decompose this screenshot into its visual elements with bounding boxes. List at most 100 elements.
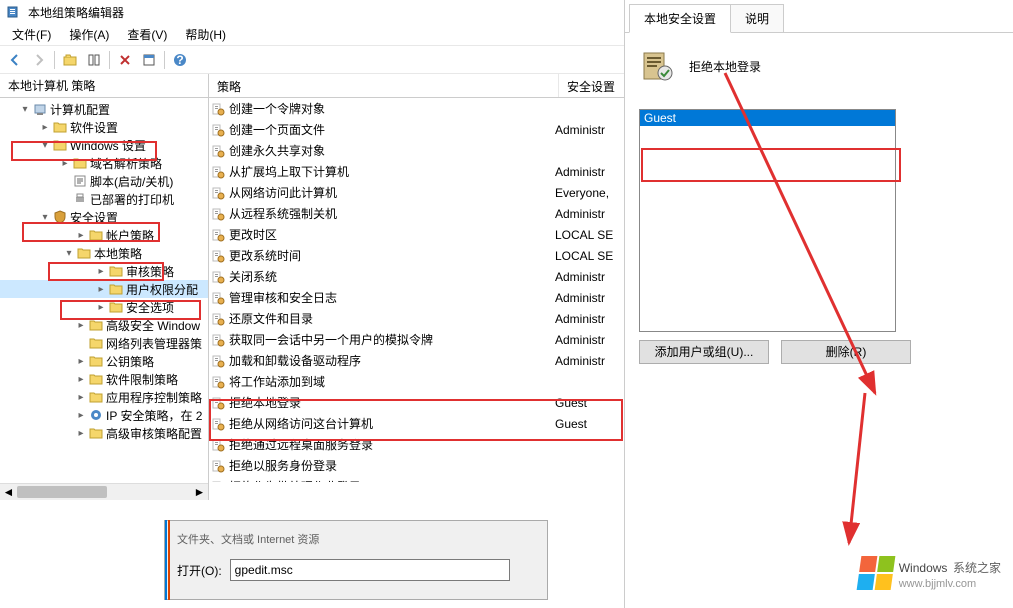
tree-body[interactable]: ▾计算机配置▸软件设置▾Windows 设置▸域名解析策略脚本(启动/关机)已部… xyxy=(0,98,208,482)
policy-icon xyxy=(211,333,225,347)
titlebar: 本地组策略编辑器 xyxy=(0,0,625,24)
policy-row[interactable]: 拒绝作为批处理作业登录 xyxy=(209,476,625,482)
forward-button[interactable] xyxy=(28,49,50,71)
svg-text:?: ? xyxy=(176,53,183,67)
menu-view[interactable]: 查看(V) xyxy=(119,24,175,45)
properties-button[interactable] xyxy=(138,49,160,71)
tree-item[interactable]: 网络列表管理器策 xyxy=(0,334,208,352)
policy-row[interactable]: 获取同一会话中另一个用户的模拟令牌 Administr xyxy=(209,329,625,350)
delete-button[interactable] xyxy=(114,49,136,71)
policy-icon xyxy=(211,480,225,483)
tree-item[interactable]: ▸软件限制策略 xyxy=(0,370,208,388)
dialog-tabs: 本地安全设置 说明 xyxy=(625,0,1013,32)
policy-row[interactable]: 创建一个令牌对象 xyxy=(209,98,625,119)
policy-row[interactable]: 从网络访问此计算机Everyone, xyxy=(209,182,625,203)
policy-row[interactable]: 从扩展坞上取下计算机Administr xyxy=(209,161,625,182)
tree-item[interactable]: ▸应用程序控制策略 xyxy=(0,388,208,406)
users-listbox[interactable]: Guest xyxy=(639,109,896,332)
tree-root[interactable]: ▾计算机配置 xyxy=(0,100,208,118)
tree-item[interactable]: ▸IP 安全策略，在 2 xyxy=(0,406,208,424)
tab-explanation[interactable]: 说明 xyxy=(730,4,784,32)
policy-row[interactable]: 关闭系统Administr xyxy=(209,266,625,287)
policy-icon xyxy=(211,459,225,473)
policy-row[interactable]: 拒绝从网络访问这台计算机Guest xyxy=(209,413,625,434)
policy-row[interactable]: 更改系统时间LOCAL SE xyxy=(209,245,625,266)
list-body[interactable]: 创建一个令牌对象创建一个页面文件Administr创建永久共享对象从扩展坞上取下… xyxy=(209,98,625,482)
menu-file[interactable]: 文件(F) xyxy=(4,24,59,45)
policy-icon xyxy=(211,249,225,263)
tree-item[interactable]: ▾安全设置 xyxy=(0,208,208,226)
tree-item[interactable]: ▾本地策略 xyxy=(0,244,208,262)
tree-item-label: 安全选项 xyxy=(126,299,174,316)
windows-logo-icon xyxy=(856,556,895,590)
policy-row[interactable]: 创建永久共享对象 xyxy=(209,140,625,161)
policy-row[interactable]: 更改时区LOCAL SE xyxy=(209,224,625,245)
policy-icon xyxy=(211,228,225,242)
policy-name: 获取同一会话中另一个用户的模拟令牌 xyxy=(229,331,433,348)
policy-setting: Administr xyxy=(555,354,625,368)
listbox-item[interactable]: Guest xyxy=(640,110,895,126)
tree-item[interactable]: ▸安全选项 xyxy=(0,298,208,316)
add-user-button[interactable]: 添加用户或组(U)... xyxy=(639,340,769,364)
up-button[interactable] xyxy=(59,49,81,71)
policy-icon xyxy=(211,165,225,179)
policy-icon xyxy=(211,144,225,158)
policy-row[interactable]: 拒绝通过远程桌面服务登录 xyxy=(209,434,625,455)
tree-horizontal-scrollbar[interactable]: ◄ ► xyxy=(0,483,208,500)
properties-dialog: 本地安全设置 说明 拒绝本地登录 Guest 添加用户或组(U)... 删除(R… xyxy=(624,0,1013,608)
policy-row[interactable]: 拒绝本地登录Guest xyxy=(209,392,625,413)
policy-setting: LOCAL SE xyxy=(555,228,625,242)
run-dialog: 文件夹、文档或 Internet 资源 打开(O): xyxy=(164,520,548,600)
column-policy[interactable]: 策略 xyxy=(209,74,559,97)
remove-button[interactable]: 删除(R) xyxy=(781,340,911,364)
folder-icon xyxy=(52,209,68,225)
policy-name: 创建一个页面文件 xyxy=(229,121,325,138)
scroll-left-arrow[interactable]: ◄ xyxy=(0,484,17,500)
menu-action[interactable]: 操作(A) xyxy=(61,24,117,45)
tree-item[interactable]: ▸高级审核策略配置 xyxy=(0,424,208,442)
scroll-thumb[interactable] xyxy=(17,486,107,498)
policy-setting: Administr xyxy=(555,333,625,347)
tree-item[interactable]: 已部署的打印机 xyxy=(0,190,208,208)
tree-item[interactable]: ▸用户权限分配 xyxy=(0,280,208,298)
folder-icon xyxy=(72,191,88,207)
policy-setting: Guest xyxy=(555,396,625,410)
policy-row[interactable]: 拒绝以服务身份登录 xyxy=(209,455,625,476)
tree-item-label: IP 安全策略，在 2 xyxy=(106,407,202,424)
policy-setting: Administr xyxy=(555,207,625,221)
policy-row[interactable]: 管理审核和安全日志Administr xyxy=(209,287,625,308)
tree-item-label: 高级安全 Window xyxy=(106,317,200,334)
policy-row[interactable]: 从远程系统强制关机Administr xyxy=(209,203,625,224)
tree-item[interactable]: 脚本(启动/关机) xyxy=(0,172,208,190)
tree-item[interactable]: ▾Windows 设置 xyxy=(0,136,208,154)
show-tree-button[interactable] xyxy=(83,49,105,71)
tree-item[interactable]: ▸帐户策略 xyxy=(0,226,208,244)
policy-row[interactable]: 将工作站添加到域 xyxy=(209,371,625,392)
tab-local-security[interactable]: 本地安全设置 xyxy=(629,4,731,33)
tree-item[interactable]: ▸软件设置 xyxy=(0,118,208,136)
policy-name: 还原文件和目录 xyxy=(229,310,313,327)
policy-setting: Guest xyxy=(555,417,625,431)
scroll-right-arrow[interactable]: ► xyxy=(191,484,208,500)
tree-item[interactable]: ▸域名解析策略 xyxy=(0,154,208,172)
column-setting[interactable]: 安全设置 xyxy=(559,74,625,97)
policy-icon xyxy=(211,396,225,410)
back-button[interactable] xyxy=(4,49,26,71)
policy-icon xyxy=(211,438,225,452)
policy-row[interactable]: 加载和卸载设备驱动程序Administr xyxy=(209,350,625,371)
policy-icon xyxy=(211,375,225,389)
policy-row[interactable]: 创建一个页面文件Administr xyxy=(209,119,625,140)
policy-icon xyxy=(211,123,225,137)
menu-help[interactable]: 帮助(H) xyxy=(177,24,234,45)
policy-setting: LOCAL SE xyxy=(555,249,625,263)
policy-name: 创建永久共享对象 xyxy=(229,142,325,159)
tree-item-label: 本地策略 xyxy=(94,245,142,262)
tree-item[interactable]: ▸高级安全 Window xyxy=(0,316,208,334)
policy-row[interactable]: 还原文件和目录Administr xyxy=(209,308,625,329)
help-button[interactable]: ? xyxy=(169,49,191,71)
run-input[interactable] xyxy=(230,559,510,581)
tree-item[interactable]: ▸公钥策略 xyxy=(0,352,208,370)
tree-item-label: 软件设置 xyxy=(70,119,118,136)
tree-item[interactable]: ▸审核策略 xyxy=(0,262,208,280)
red-arrow-down xyxy=(825,383,885,563)
